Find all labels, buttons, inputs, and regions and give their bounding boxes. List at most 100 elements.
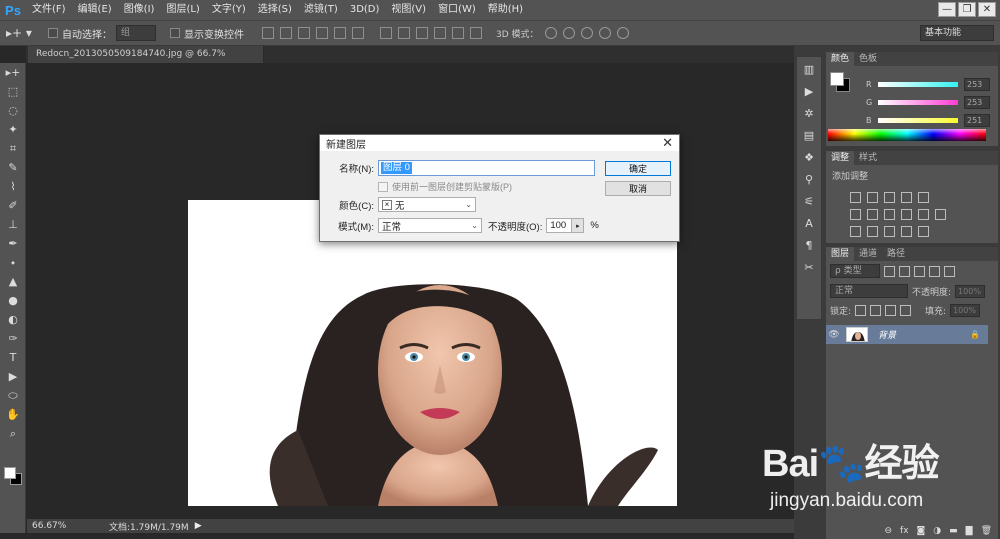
align-hcenter-icon[interactable]: [334, 27, 346, 39]
threshold-icon[interactable]: [884, 226, 895, 237]
menu-item-5[interactable]: 选择(S): [252, 0, 298, 20]
distribute-hcenter-icon[interactable]: [452, 27, 464, 39]
layer-visibility-eye-icon[interactable]: 👁: [826, 330, 842, 340]
align-right-icon[interactable]: [352, 27, 364, 39]
color-spectrum-bar[interactable]: [828, 129, 986, 141]
tool-14-icon[interactable]: ✑: [0, 329, 26, 348]
selective-color-icon[interactable]: [918, 226, 929, 237]
invert-icon[interactable]: [850, 226, 861, 237]
show-transform-checkbox[interactable]: [170, 28, 180, 38]
tool-12-icon[interactable]: ●: [0, 291, 26, 310]
menu-item-3[interactable]: 图层(L): [160, 0, 205, 20]
panel-shortcut-9-icon[interactable]: ✂: [797, 257, 821, 277]
gradient-map-icon[interactable]: [901, 226, 912, 237]
cancel-button[interactable]: 取消: [605, 181, 671, 196]
layer-filter-dropdown[interactable]: ρ 类型: [830, 264, 880, 278]
color-panel-foreground-swatch[interactable]: [830, 72, 844, 86]
lock-all-icon[interactable]: [900, 305, 912, 316]
panel-shortcut-4-icon[interactable]: ❖: [797, 147, 821, 167]
brightness-contrast-icon[interactable]: [850, 192, 861, 203]
layer-color-select[interactable]: × 无 ⌄: [378, 197, 476, 212]
opacity-input[interactable]: 100: [546, 218, 573, 233]
vibrance-icon[interactable]: [918, 192, 929, 203]
layers-footer-3-icon[interactable]: ◑: [933, 526, 941, 536]
menu-item-1[interactable]: 编辑(E): [72, 0, 118, 20]
layers-footer-5-icon[interactable]: ▇: [966, 526, 973, 536]
filter-pixel-icon[interactable]: [884, 265, 895, 277]
layers-footer-2-icon[interactable]: ◙: [917, 526, 926, 536]
tool-6-icon[interactable]: ⌇: [0, 177, 26, 196]
tool-13-icon[interactable]: ◐: [0, 310, 26, 329]
layers-footer-4-icon[interactable]: ▬: [949, 526, 958, 536]
filter-type-icon[interactable]: [914, 265, 925, 277]
3d-scale-icon[interactable]: [616, 27, 629, 39]
panel-shortcut-5-icon[interactable]: ⚲: [797, 169, 821, 189]
distribute-vcenter-icon[interactable]: [398, 27, 410, 39]
tool-16-icon[interactable]: ▶: [0, 367, 26, 386]
photo-filter-icon[interactable]: [901, 209, 912, 220]
3d-drag-icon[interactable]: [580, 27, 593, 39]
dialog-close-icon[interactable]: ✕: [662, 136, 673, 150]
panel-shortcut-7-icon[interactable]: A: [797, 213, 821, 233]
menu-item-10[interactable]: 帮助(H): [482, 0, 529, 20]
lock-image-icon[interactable]: [870, 305, 882, 316]
zoom-level[interactable]: 66.67%: [27, 521, 71, 531]
exposure-icon[interactable]: [901, 192, 912, 203]
menu-item-0[interactable]: 文件(F): [26, 0, 72, 20]
panel-shortcut-2-icon[interactable]: ✲: [797, 103, 821, 123]
panel-shortcut-6-icon[interactable]: ⚟: [797, 191, 821, 211]
foreground-color-swatch[interactable]: [4, 467, 16, 479]
distribute-top-icon[interactable]: [380, 27, 392, 39]
tab-color[interactable]: 颜色: [826, 52, 855, 66]
channel-value-field[interactable]: 251: [964, 113, 990, 127]
opacity-slider-arrow-icon[interactable]: ▸: [572, 218, 585, 233]
menu-item-6[interactable]: 滤镜(T): [298, 0, 344, 20]
3d-roll-icon[interactable]: [562, 27, 575, 39]
menu-item-7[interactable]: 3D(D): [344, 0, 386, 20]
auto-select-checkbox[interactable]: [48, 28, 58, 38]
tab-layers[interactable]: 图层: [826, 247, 855, 261]
3d-slide-icon[interactable]: [598, 27, 611, 39]
menu-item-9[interactable]: 窗口(W): [432, 0, 482, 20]
color-balance-icon[interactable]: [867, 209, 878, 220]
tool-9-icon[interactable]: ✒: [0, 234, 26, 253]
tool-7-icon[interactable]: ✐: [0, 196, 26, 215]
menu-item-8[interactable]: 视图(V): [385, 0, 432, 20]
align-vcenter-icon[interactable]: [280, 27, 292, 39]
move-tool-preset[interactable]: ▸+ ▾: [6, 22, 40, 44]
clipping-mask-checkbox[interactable]: [378, 181, 388, 192]
tool-10-icon[interactable]: ⬩: [0, 253, 26, 272]
restore-button[interactable]: ❐: [958, 2, 976, 17]
curves-icon[interactable]: [884, 192, 895, 203]
levels-icon[interactable]: [867, 192, 878, 203]
tool-0-icon[interactable]: ▸+: [0, 63, 26, 82]
tool-19-icon[interactable]: ⌕: [0, 424, 26, 443]
align-bottom-icon[interactable]: [298, 27, 310, 39]
layers-footer-0-icon[interactable]: ⊖: [884, 526, 892, 536]
tab-channels[interactable]: 通道: [854, 247, 882, 261]
lock-position-icon[interactable]: [885, 305, 897, 316]
blend-mode-dropdown[interactable]: 正常: [830, 284, 908, 298]
tool-8-icon[interactable]: ⊥: [0, 215, 26, 234]
workspace-switcher[interactable]: 基本功能: [920, 25, 994, 41]
tool-1-icon[interactable]: ⬚: [0, 82, 26, 101]
align-left-icon[interactable]: [316, 27, 328, 39]
panel-shortcut-1-icon[interactable]: ▶: [797, 81, 821, 101]
posterize-icon[interactable]: [867, 226, 878, 237]
hue-saturation-icon[interactable]: [850, 209, 861, 220]
channel-slider[interactable]: [878, 99, 958, 105]
layer-fill-field[interactable]: 100%: [950, 304, 981, 317]
tool-18-icon[interactable]: ✋: [0, 405, 26, 424]
status-menu-arrow-icon[interactable]: ▶: [195, 521, 202, 531]
tool-15-icon[interactable]: T: [0, 348, 26, 367]
channel-value-field[interactable]: 253: [964, 77, 990, 91]
minimize-button[interactable]: —: [938, 2, 956, 17]
channel-slider[interactable]: [878, 81, 958, 87]
layer-name[interactable]: 背景: [878, 328, 896, 341]
layer-opacity-field[interactable]: 100%: [955, 284, 986, 298]
blend-mode-select[interactable]: 正常 ⌄: [378, 218, 482, 233]
tool-11-icon[interactable]: ▲: [0, 272, 26, 291]
document-tab[interactable]: Redocn_2013050509184740.jpg @ 66.7%(RGB/…: [28, 46, 264, 76]
distribute-left-icon[interactable]: [434, 27, 446, 39]
panel-shortcut-8-icon[interactable]: ¶: [797, 235, 821, 255]
